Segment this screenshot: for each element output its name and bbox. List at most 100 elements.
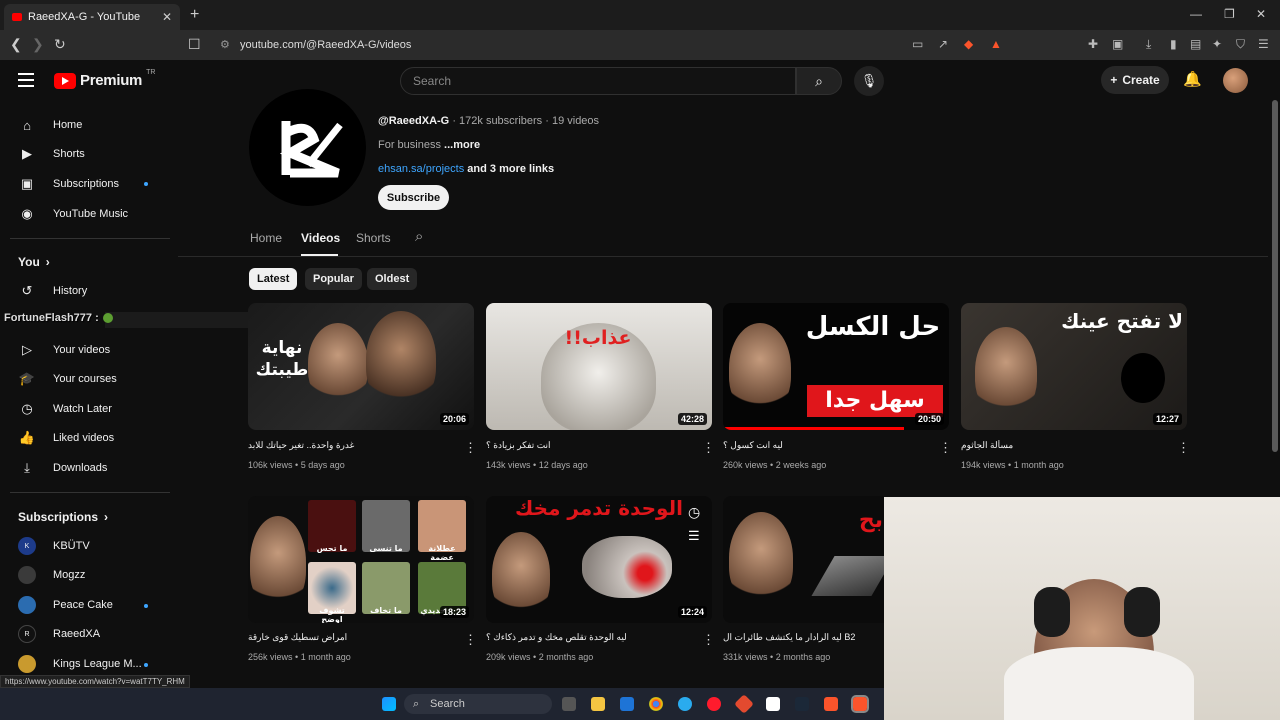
extensions-icon[interactable]: ✚ (1088, 37, 1098, 51)
video-thumbnail[interactable]: عذاب!! 42:28 (486, 303, 712, 430)
chip-oldest[interactable]: Oldest (367, 268, 418, 290)
sidebar-item-downloads[interactable]: ⤓ Downloads (10, 454, 164, 482)
sidebar-item-watch-later[interactable]: ◷ Watch Later (10, 395, 164, 423)
tab-videos[interactable]: Videos (301, 231, 340, 245)
sidebar-subscription-mogzz[interactable]: Mogzz (10, 561, 164, 589)
sidebar-toggle-icon[interactable]: ▮ (1170, 37, 1177, 51)
browser-tab[interactable]: RaeedXA-G - YouTube ✕ (4, 4, 180, 30)
brave-rewards-icon[interactable]: ▲ (990, 37, 1002, 51)
video-thumbnail[interactable]: حل الكسل سهل جدا 20:50 (723, 303, 949, 430)
close-tab-icon[interactable]: ✕ (162, 10, 172, 24)
hamburger-menu-icon[interactable] (18, 73, 34, 87)
country-code: TR (146, 69, 156, 76)
downloads-icon[interactable]: ⤓ (1146, 37, 1151, 52)
search-button[interactable]: ⌕ (796, 67, 842, 95)
steam-icon[interactable] (795, 697, 809, 711)
channel-description[interactable]: For business ...more (378, 139, 480, 151)
chip-popular[interactable]: Popular (305, 268, 362, 290)
sidebar-subscription-kings-league[interactable]: Kings League M... (10, 650, 164, 678)
more-links[interactable]: and 3 more links (467, 163, 554, 175)
voice-search-button[interactable]: 🎙 (854, 66, 884, 96)
page-scrollbar[interactable] (1272, 100, 1278, 452)
leo-ai-icon[interactable]: ✦ (1212, 37, 1222, 51)
video-age: 2 weeks ago (775, 460, 827, 470)
reload-icon[interactable]: ↻ (54, 36, 66, 53)
more-link[interactable]: ...more (444, 139, 480, 151)
sidebar-you-heading[interactable]: You › (18, 255, 50, 269)
video-thumbnail[interactable]: بح (723, 496, 884, 623)
wallet-icon[interactable]: ▤ (1190, 37, 1201, 51)
task-view-icon[interactable] (562, 697, 576, 711)
video-title[interactable]: غدرة واحدة.. تغير حياتك للابد (248, 440, 458, 451)
add-to-queue-icon[interactable]: ☰ (688, 528, 700, 544)
sidebar-subscriptions-heading[interactable]: Subscriptions › (18, 510, 108, 524)
brave-shields-icon[interactable]: ◆ (964, 37, 973, 51)
restore-icon[interactable]: ❐ (1224, 7, 1235, 21)
more-actions-icon[interactable]: ⋮ (702, 440, 715, 456)
sidebar-subscription-peace-cake[interactable]: Peace Cake (10, 591, 164, 619)
video-title[interactable]: امراض تسطيك قوى خارقة (248, 632, 458, 643)
video-title[interactable]: ليه الرادار ما يكتشف طائرات ال B2 (723, 632, 873, 643)
file-explorer-icon[interactable] (591, 697, 605, 711)
telegram-icon[interactable] (678, 697, 692, 711)
sidebar-item-your-courses[interactable]: 🎓 Your courses (10, 365, 164, 393)
tab-shorts[interactable]: Shorts (356, 231, 391, 245)
watch-later-icon[interactable]: ◷ (688, 504, 700, 521)
more-actions-icon[interactable]: ⋮ (464, 440, 477, 456)
sidebar-item-shorts[interactable]: ▶ Shorts (10, 140, 164, 168)
sidebar-item-home[interactable]: ⌂ Home (10, 111, 164, 139)
video-title[interactable]: انت تفكر بزيادة ؟ (486, 440, 696, 451)
youtube-premium-logo[interactable]: Premium TR (54, 69, 156, 89)
more-actions-icon[interactable]: ⋮ (1177, 440, 1190, 456)
channel-search-icon[interactable]: ⌕ (415, 228, 423, 245)
opera-icon[interactable] (707, 697, 721, 711)
video-thumbnail[interactable]: الوحدة تدمر مخك ◷ ☰ 12:24 (486, 496, 712, 623)
share-icon[interactable]: ↗ (938, 37, 948, 51)
sidebar-item-subscriptions[interactable]: ▣ Subscriptions (10, 170, 164, 198)
sidebar-item-history[interactable]: ↺ History (10, 277, 164, 305)
taskbar-search[interactable]: ⌕ Search (404, 694, 552, 714)
video-duration: 12:24 (677, 606, 707, 618)
video-thumbnail[interactable]: ما تحس ما تنسى عطلانة عضمة تشوف اوضح ما … (248, 496, 474, 623)
back-icon[interactable]: ❮ (10, 36, 22, 53)
sidebar-item-your-videos[interactable]: ▷ Your videos (10, 336, 164, 364)
channel-avatar-large[interactable] (249, 89, 366, 206)
more-actions-icon[interactable]: ⋮ (464, 632, 477, 648)
new-tab-icon[interactable]: + (190, 6, 199, 24)
channel-link[interactable]: ehsan.sa/projects (378, 163, 464, 175)
tab-home[interactable]: Home (250, 231, 282, 245)
create-button[interactable]: + Create (1101, 66, 1169, 94)
more-actions-icon[interactable]: ⋮ (702, 632, 715, 648)
video-title[interactable]: ليه انت كسول ؟ (723, 440, 933, 451)
search-input[interactable]: Search (400, 67, 796, 95)
chrome-icon[interactable] (649, 697, 663, 711)
minimize-icon[interactable]: — (1190, 7, 1202, 21)
windows-start-icon[interactable] (382, 697, 396, 711)
chip-latest[interactable]: Latest (249, 268, 298, 290)
account-avatar[interactable] (1223, 68, 1248, 93)
media-icon[interactable]: ▣ (1112, 37, 1123, 51)
browser-menu-icon[interactable]: ☰ (1258, 37, 1269, 51)
video-thumbnail[interactable]: لا تفتح عينك 12:27 (961, 303, 1187, 430)
notion-icon[interactable] (766, 697, 780, 711)
forward-icon[interactable]: ❯ (32, 36, 44, 53)
video-thumbnail[interactable]: نهاية طيبتك 20:06 (248, 303, 474, 430)
brave-icon[interactable] (824, 697, 838, 711)
site-settings-icon[interactable]: ⚙ (220, 35, 230, 55)
video-title[interactable]: مسألة الجاثوم (961, 440, 1171, 451)
subscribe-button[interactable]: Subscribe (378, 185, 449, 210)
sidebar-subscription-kbutv[interactable]: K KBÜTV (10, 532, 164, 560)
video-title[interactable]: ليه الوحدة تقلص مخك و تدمر ذكاءك ؟ (486, 632, 696, 643)
brave-active-icon[interactable] (851, 695, 869, 713)
more-actions-icon[interactable]: ⋮ (939, 440, 952, 456)
sidebar-item-liked-videos[interactable]: 👍 Liked videos (10, 424, 164, 452)
outlook-icon[interactable] (620, 697, 634, 711)
notifications-bell-icon[interactable]: 🔔 (1183, 70, 1202, 88)
close-window-icon[interactable]: ✕ (1256, 7, 1266, 21)
cast-icon[interactable]: ▭ (912, 37, 923, 51)
sidebar-subscription-raeedxa[interactable]: R RaeedXA (10, 620, 164, 648)
bookmark-icon[interactable]: ☐ (188, 36, 201, 53)
url-field[interactable]: ⚙ youtube.com/@RaeedXA-G/videos (212, 35, 912, 55)
sidebar-item-youtube-music[interactable]: ◉ YouTube Music (10, 200, 164, 228)
vpn-icon[interactable]: ⛉ (1236, 37, 1245, 52)
